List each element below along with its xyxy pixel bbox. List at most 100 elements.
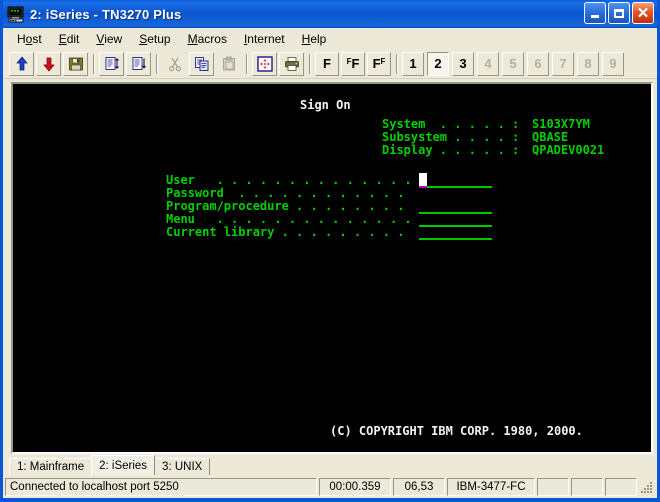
session-label: 5: [509, 56, 517, 71]
cursor-underline-marker: [419, 186, 427, 188]
fkey-superscript: F: [380, 56, 386, 66]
menu-item-view[interactable]: View: [88, 30, 131, 48]
text-cursor[interactable]: [419, 173, 427, 186]
fkey-label: F: [372, 55, 381, 71]
session-button-6: 6: [527, 51, 549, 76]
menu-item-edit[interactable]: Edit: [51, 30, 89, 48]
fkey-label: F: [323, 55, 331, 71]
session-button-7: 7: [552, 51, 574, 76]
menu-input-field[interactable]: [419, 225, 492, 227]
application-window: 2: iSeries - TN3270 Plus ✕ Host Edit Vie…: [0, 0, 660, 502]
toolbar: F FF FF 1 2 3 4 5 6 7 8 9: [3, 49, 657, 79]
menu-item-help[interactable]: Help: [294, 30, 336, 48]
copy-down-icon: [132, 56, 146, 70]
menu-item-macros[interactable]: Macros: [180, 30, 236, 48]
window-controls: ✕: [584, 2, 654, 24]
session-tab-strip: 1: Mainframe 2: iSeries 3: UNIX: [9, 455, 211, 475]
menu-item-host[interactable]: Host: [9, 30, 51, 48]
tab-label: 2: iSeries: [99, 459, 148, 472]
paste-button: [216, 51, 241, 76]
session-label: 2: [434, 56, 442, 71]
status-elapsed-time: 00:00.359: [319, 478, 391, 496]
cut-icon: [168, 57, 181, 71]
session-label: 6: [534, 56, 542, 71]
terminal-screen[interactable]: Sign On System . . . . . : S103X7YM Subs…: [14, 85, 650, 451]
session-label: 8: [584, 56, 592, 71]
session-label: 7: [559, 56, 567, 71]
toolbar-separator: [156, 53, 158, 74]
toolbar-separator: [246, 53, 248, 74]
copy-icon: [194, 56, 208, 71]
status-cell-6: [605, 478, 637, 496]
paste-icon: [222, 56, 235, 70]
window-title: 2: iSeries - TN3270 Plus: [30, 6, 182, 22]
status-bar: Connected to localhost port 5250 00:00.3…: [3, 476, 657, 498]
maximize-icon: [614, 8, 624, 18]
status-cell-5: [571, 478, 603, 496]
resize-screen-button[interactable]: [252, 51, 277, 76]
display-value: QPADEV0021: [532, 143, 605, 157]
menu-item-internet[interactable]: Internet: [236, 30, 294, 48]
title-bar[interactable]: 2: iSeries - TN3270 Plus ✕: [3, 0, 657, 28]
receive-down-icon: [42, 57, 55, 72]
save-button[interactable]: [63, 51, 88, 76]
minimize-button[interactable]: [584, 2, 606, 24]
menu-item-setup[interactable]: Setup: [131, 30, 179, 48]
program-input-field[interactable]: [419, 212, 492, 214]
tab-label: 3: UNIX: [162, 461, 203, 473]
session-button-4: 4: [477, 51, 499, 76]
save-icon: [68, 57, 83, 70]
current-library-input-field[interactable]: [419, 238, 492, 240]
menu-bar: Host Edit View Setup Macros Internet Hel…: [3, 28, 657, 49]
tab-label: 1: Mainframe: [17, 461, 85, 473]
session-button-1[interactable]: 1: [402, 51, 424, 76]
copy-down-button[interactable]: [126, 51, 151, 76]
toolbar-separator: [396, 53, 398, 74]
copy-append-button[interactable]: [99, 51, 124, 76]
fkey-button-1[interactable]: F: [315, 51, 339, 76]
fkey-button-3[interactable]: FF: [367, 51, 391, 76]
receive-down-button[interactable]: [36, 51, 61, 76]
print-button[interactable]: [279, 51, 304, 76]
session-button-8: 8: [577, 51, 599, 76]
status-terminal-type: IBM-3477-FC: [447, 478, 535, 496]
maximize-button[interactable]: [608, 2, 630, 24]
session-button-5: 5: [502, 51, 524, 76]
resize-screen-icon: [256, 55, 273, 72]
print-icon: [284, 56, 299, 71]
display-label: Display . . . . . :: [382, 143, 520, 157]
tab-mainframe[interactable]: 1: Mainframe: [9, 458, 93, 475]
fkey-label: F: [351, 55, 360, 71]
tab-unix[interactable]: 3: UNIX: [154, 458, 211, 475]
send-up-icon: [15, 55, 28, 70]
toolbar-separator: [93, 53, 95, 74]
toolbar-separator: [309, 53, 311, 74]
session-label: 4: [484, 56, 492, 71]
session-label: 1: [409, 56, 417, 71]
status-cell-4: [537, 478, 569, 496]
cut-button: [162, 51, 187, 76]
fkey-button-2[interactable]: FF: [341, 51, 365, 76]
close-button[interactable]: ✕: [632, 2, 654, 24]
terminal-monitor-icon: [7, 5, 25, 23]
session-button-3[interactable]: 3: [452, 51, 474, 76]
status-cursor-position: 06,53: [393, 478, 445, 496]
fkey-superscript: F: [346, 56, 352, 66]
tab-iseries[interactable]: 2: iSeries: [91, 455, 156, 475]
screen-heading: Sign On: [300, 98, 351, 112]
copy-button[interactable]: [189, 51, 214, 76]
copyright-notice: (C) COPYRIGHT IBM CORP. 1980, 2000.: [330, 424, 583, 438]
session-button-2[interactable]: 2: [427, 51, 449, 76]
send-up-button[interactable]: [9, 51, 34, 76]
minimize-icon: [591, 15, 599, 18]
session-button-9: 9: [602, 51, 624, 76]
session-label: 3: [459, 56, 467, 71]
resize-grip-icon[interactable]: [640, 480, 654, 494]
session-label: 9: [609, 56, 617, 71]
close-icon: ✕: [636, 4, 650, 22]
user-input-field[interactable]: [427, 186, 492, 188]
copy-append-icon: [105, 56, 119, 70]
status-message: Connected to localhost port 5250: [5, 478, 317, 496]
terminal-screen-frame[interactable]: Sign On System . . . . . : S103X7YM Subs…: [11, 82, 653, 454]
current-library-field-label: Current library . . . . . . . . .: [166, 225, 405, 239]
